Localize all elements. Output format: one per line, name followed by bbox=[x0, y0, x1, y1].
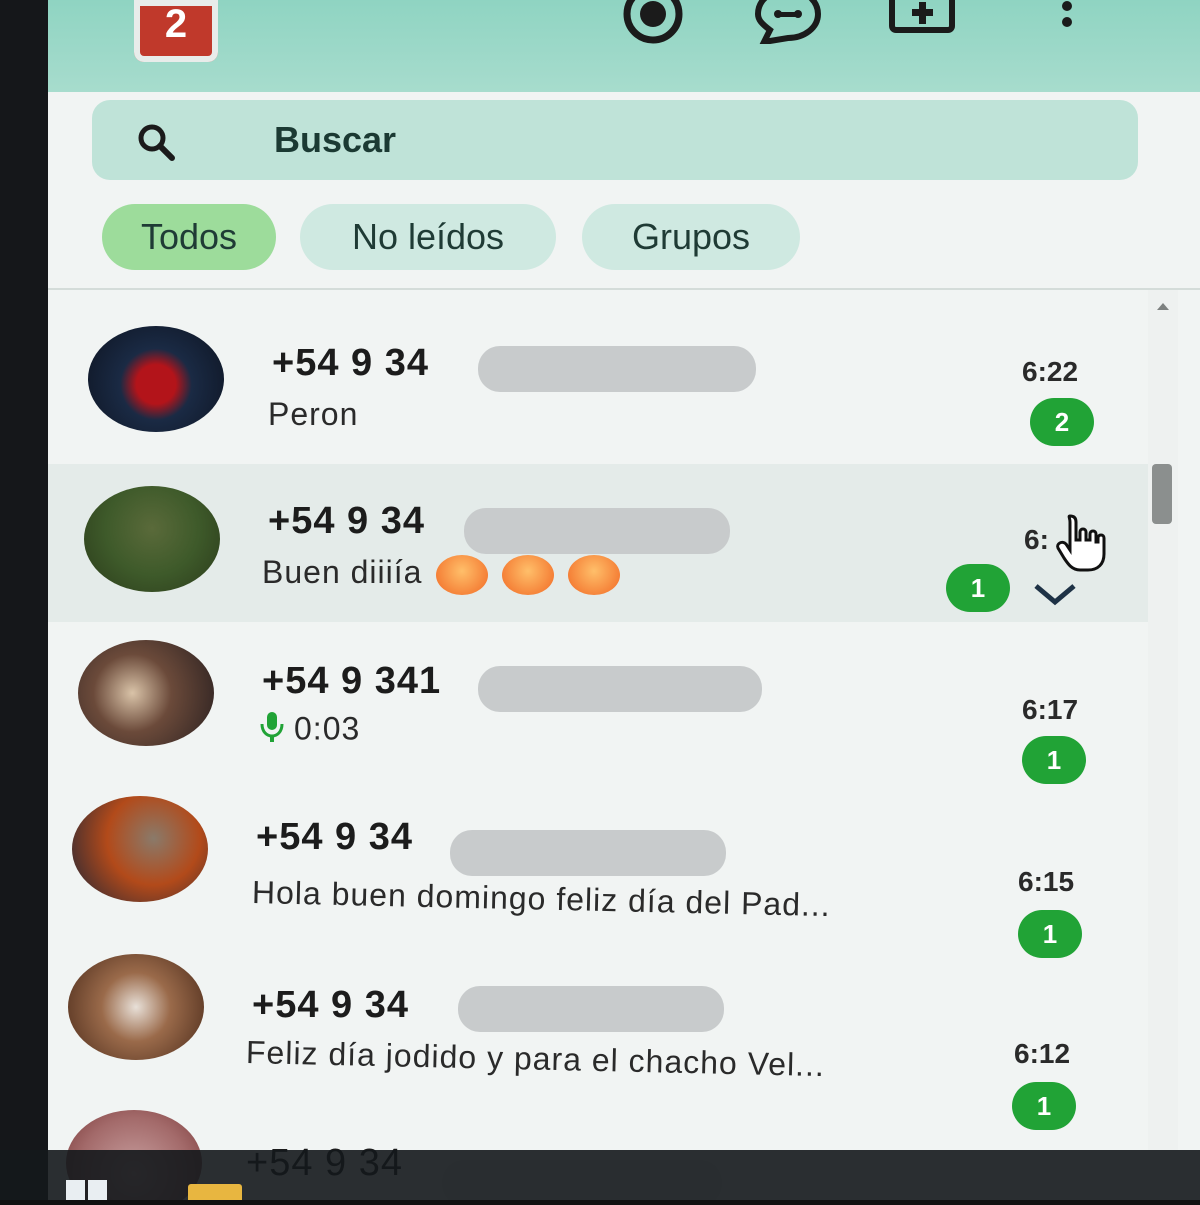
app-logo[interactable]: 2 bbox=[134, 0, 218, 62]
avatar bbox=[78, 640, 214, 746]
scrollbar-thumb[interactable] bbox=[1152, 464, 1172, 524]
chat-preview: Hola buen domingo feliz día del Pad... bbox=[251, 874, 832, 924]
unread-badge: 2 bbox=[1030, 398, 1094, 446]
status-icon[interactable] bbox=[620, 0, 686, 44]
chat-preview-text: Buen diiiía bbox=[262, 554, 423, 590]
filter-no-leidos[interactable]: No leídos bbox=[300, 204, 556, 270]
redacted-number bbox=[464, 508, 730, 554]
chat-name: +54 9 34 bbox=[268, 500, 425, 542]
chat-time: 6:12 bbox=[1014, 1038, 1071, 1069]
taskbar bbox=[0, 1150, 1200, 1200]
upside-down-face-emoji-icon bbox=[436, 554, 489, 595]
redacted-number bbox=[458, 986, 724, 1032]
avatar bbox=[84, 486, 220, 592]
chat-name: +54 9 34 bbox=[272, 342, 429, 384]
whatsapp-window: 2 Todos No leídos Grupos +54 9 34 Peron … bbox=[48, 0, 1200, 1200]
redacted-number bbox=[450, 830, 726, 876]
chat-row[interactable]: +54 9 34 Hola buen domingo feliz día del… bbox=[48, 782, 1148, 958]
chat-preview-text: 0:03 bbox=[294, 710, 361, 747]
scroll-up-arrow-icon[interactable] bbox=[1156, 298, 1170, 316]
chat-preview: Buen diiiía bbox=[262, 554, 621, 595]
avatar bbox=[72, 796, 208, 902]
chat-time: 6:22 bbox=[1022, 356, 1079, 387]
chat-row[interactable]: +54 9 34 Feliz día jodido y para el chac… bbox=[48, 944, 1148, 1130]
chat-row[interactable]: +54 9 34 Buen diiiía 6: 1 bbox=[48, 464, 1148, 622]
divider bbox=[48, 288, 1200, 290]
chat-preview: Feliz día jodido y para el chacho Vel... bbox=[245, 1034, 826, 1084]
channels-icon[interactable] bbox=[754, 0, 822, 44]
filter-grupos[interactable]: Grupos bbox=[582, 204, 800, 270]
search-icon bbox=[136, 122, 176, 167]
chat-list-scrollbar[interactable] bbox=[1148, 290, 1178, 1200]
chat-time: 6:17 bbox=[1022, 694, 1079, 725]
unread-badge: 1 bbox=[1022, 736, 1086, 784]
windows-start-icon[interactable] bbox=[66, 1172, 110, 1205]
relieved-face-emoji-icon bbox=[568, 554, 621, 595]
upside-down-face-emoji-icon bbox=[502, 554, 555, 595]
search-bar[interactable] bbox=[92, 100, 1138, 180]
chat-name: +54 9 34 bbox=[252, 984, 409, 1026]
unread-badge: 1 bbox=[946, 564, 1010, 612]
header-bar: 2 bbox=[48, 0, 1200, 92]
redacted-number bbox=[478, 346, 756, 392]
search-input[interactable] bbox=[272, 116, 976, 164]
chat-preview: 0:03 bbox=[258, 710, 360, 752]
chat-time: 6: bbox=[1024, 524, 1049, 555]
chat-name: +54 9 34 bbox=[256, 816, 413, 858]
redacted-number bbox=[478, 666, 762, 712]
new-chat-icon[interactable] bbox=[888, 0, 958, 36]
chat-time: 6:15 bbox=[1018, 866, 1075, 897]
filter-todos[interactable]: Todos bbox=[102, 204, 276, 270]
chat-row[interactable]: +54 9 34 Peron 6:22 2 bbox=[48, 302, 1148, 460]
microphone-icon bbox=[258, 710, 286, 752]
avatar bbox=[88, 326, 224, 432]
file-explorer-icon[interactable] bbox=[188, 1184, 242, 1200]
chat-row[interactable]: +54 9 341 0:03 6:17 1 bbox=[48, 626, 1148, 784]
avatar bbox=[68, 954, 204, 1060]
hand-cursor-icon bbox=[1052, 512, 1112, 579]
chat-name: +54 9 341 bbox=[262, 660, 442, 702]
chat-preview: Peron bbox=[268, 396, 359, 432]
more-menu-icon[interactable] bbox=[1056, 0, 1078, 40]
chevron-down-icon[interactable] bbox=[1032, 580, 1078, 615]
app-badge-number: 2 bbox=[164, 2, 188, 46]
